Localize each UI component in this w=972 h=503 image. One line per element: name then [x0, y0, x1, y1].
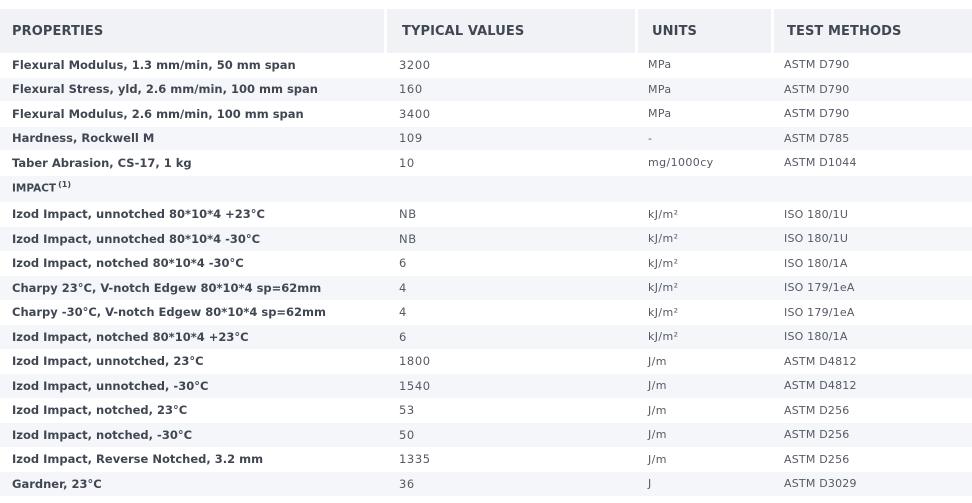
property-cell: Hardness, Rockwell M: [12, 131, 155, 146]
property-cell: Gardner, 23°C: [12, 476, 102, 491]
unit-cell: J/m: [648, 428, 667, 442]
property-cell: Flexural Modulus, 2.6 mm/min, 100 mm spa…: [12, 106, 304, 121]
method-cell: ASTM D256: [784, 403, 850, 417]
unit-cell: MPa: [648, 58, 672, 72]
section-row-impact: IMPACT (1): [0, 175, 972, 203]
header-test-methods: TEST METHODS: [774, 9, 972, 53]
table-row: Flexural Modulus, 2.6 mm/min, 100 mm spa…: [0, 102, 972, 127]
unit-cell: J/m: [648, 403, 667, 417]
header-typical-values: TYPICAL VALUES: [387, 9, 635, 53]
value-cell: 1335: [399, 452, 431, 467]
method-cell: ISO 180/1A: [784, 256, 848, 270]
value-cell: 160: [399, 82, 423, 97]
value-cell: 6: [399, 256, 407, 271]
value-cell: NB: [399, 231, 417, 246]
property-cell: Izod Impact, unnotched, -30°C: [12, 378, 209, 393]
table-row: Taber Abrasion, CS-17, 1 kg 10 mg/1000cy AS…: [0, 151, 972, 176]
table-row: Izod Impact, unnotched 80*10*4 +23°C NB kJ…: [0, 202, 972, 227]
unit-cell: MPa: [648, 107, 672, 121]
table-row: Flexural Stress, yld, 2.6 mm/min, 100 mm…: [0, 77, 972, 102]
method-cell: ISO 180/1U: [784, 207, 849, 221]
unit-cell: kJ/m²: [648, 256, 679, 270]
property-cell: Izod Impact, Reverse Notched, 3.2 mm: [12, 452, 264, 467]
unit-cell: kJ/m²: [648, 305, 679, 319]
unit-cell: mg/1000cy: [648, 156, 714, 170]
unit-cell: -: [648, 131, 653, 145]
property-cell: Izod Impact, notched, 23°C: [12, 403, 188, 418]
unit-cell: J/m: [648, 379, 667, 393]
table-row: Izod Impact, Reverse Notched, 3.2 mm 1335…: [0, 448, 972, 472]
property-cell: Izod Impact, unnotched 80*10*4 -30°C: [12, 231, 261, 246]
value-cell: 36: [399, 476, 415, 491]
method-cell: ISO 179/1eA: [784, 305, 855, 319]
table-row: Izod Impact, unnotched, -30°C 1540 J/m ASTM…: [0, 374, 972, 399]
method-cell: ASTM D3029: [784, 477, 857, 491]
value-cell: 3400: [399, 106, 431, 121]
value-cell: 1800: [399, 354, 431, 369]
table-row: Izod Impact, notched, 23°C 53 J/m ASTM D256: [0, 399, 972, 423]
table-row: Charpy 23°C, V-notch Edgew 80*10*4 sp=62…: [0, 276, 972, 301]
section-label: IMPACT (1): [0, 180, 71, 195]
table-row: Charpy -30°C, V-notch Edgew 80*10*4 sp=6…: [0, 301, 972, 325]
value-cell: 6: [399, 329, 407, 344]
value-cell: 50: [399, 427, 415, 442]
method-cell: ASTM D785: [784, 131, 850, 145]
value-cell: 1540: [399, 378, 431, 393]
table-row: Flexural Modulus, 1.3 mm/min, 50 mm span…: [0, 53, 972, 78]
table-row: Izod Impact, unnotched, 23°C 1800 J/m ASTM …: [0, 350, 972, 374]
value-cell: 3200: [399, 57, 431, 72]
property-cell: Izod Impact, notched, -30°C: [12, 427, 193, 442]
property-cell: Flexural Modulus, 1.3 mm/min, 50 mm span: [12, 57, 296, 72]
header-units: UNITS: [638, 9, 771, 53]
table-body: Flexural Modulus, 1.3 mm/min, 50 mm span…: [0, 53, 972, 497]
property-cell: Izod Impact, unnotched 80*10*4 +23°C: [12, 207, 265, 222]
unit-cell: kJ/m²: [648, 207, 679, 221]
property-cell: Charpy -30°C, V-notch Edgew 80*10*4 sp=6…: [12, 305, 327, 320]
method-cell: ISO 180/1U: [784, 232, 849, 246]
table-row: Izod Impact, unnotched 80*10*4 -30°C NB kJ…: [0, 227, 972, 252]
header-properties: PROPERTIES: [0, 9, 384, 53]
unit-cell: J: [648, 477, 652, 491]
property-cell: Izod Impact, unnotched, 23°C: [12, 354, 204, 369]
table-row: Izod Impact, notched 80*10*4 -30°C 6 kJ/m²…: [0, 252, 972, 276]
properties-table: PROPERTIES TYPICAL VALUES UNITS TEST MET…: [0, 0, 972, 503]
unit-cell: MPa: [648, 82, 672, 96]
method-cell: ASTM D256: [784, 428, 850, 442]
unit-cell: kJ/m²: [648, 232, 679, 246]
method-cell: ASTM D790: [784, 82, 850, 96]
value-cell: NB: [399, 207, 417, 222]
unit-cell: J/m: [648, 452, 667, 466]
unit-cell: kJ/m²: [648, 281, 679, 295]
value-cell: 4: [399, 280, 407, 295]
property-cell: Flexural Stress, yld, 2.6 mm/min, 100 mm…: [12, 82, 318, 97]
method-cell: ASTM D1044: [784, 156, 857, 170]
section-footnote: (1): [58, 179, 71, 189]
table-row: Izod Impact, notched, -30°C 50 J/m ASTM D25…: [0, 423, 972, 448]
section-title: IMPACT: [12, 182, 57, 194]
property-cell: Izod Impact, notched 80*10*4 -30°C: [12, 256, 244, 271]
property-cell: Taber Abrasion, CS-17, 1 kg: [12, 155, 192, 170]
value-cell: 109: [399, 131, 423, 146]
value-cell: 10: [399, 155, 415, 170]
method-cell: ISO 180/1A: [784, 330, 848, 344]
unit-cell: J/m: [648, 354, 667, 368]
value-cell: 4: [399, 305, 407, 320]
method-cell: ASTM D790: [784, 107, 850, 121]
method-cell: ASTM D256: [784, 452, 850, 466]
table-header: PROPERTIES TYPICAL VALUES UNITS TEST MET…: [0, 9, 972, 53]
table-row: Hardness, Rockwell M 109 - ASTM D785: [0, 126, 972, 151]
table-row: Gardner, 23°C 36 J ASTM D3029: [0, 472, 972, 497]
table-row: Izod Impact, notched 80*10*4 +23°C 6 kJ/m²…: [0, 325, 972, 350]
method-cell: ASTM D790: [784, 58, 850, 72]
property-cell: Izod Impact, notched 80*10*4 +23°C: [12, 329, 249, 344]
method-cell: ASTM D4812: [784, 379, 857, 393]
method-cell: ISO 179/1eA: [784, 281, 855, 295]
method-cell: ASTM D4812: [784, 354, 857, 368]
value-cell: 53: [399, 403, 415, 418]
property-cell: Charpy 23°C, V-notch Edgew 80*10*4 sp=62…: [12, 280, 322, 295]
unit-cell: kJ/m²: [648, 330, 679, 344]
